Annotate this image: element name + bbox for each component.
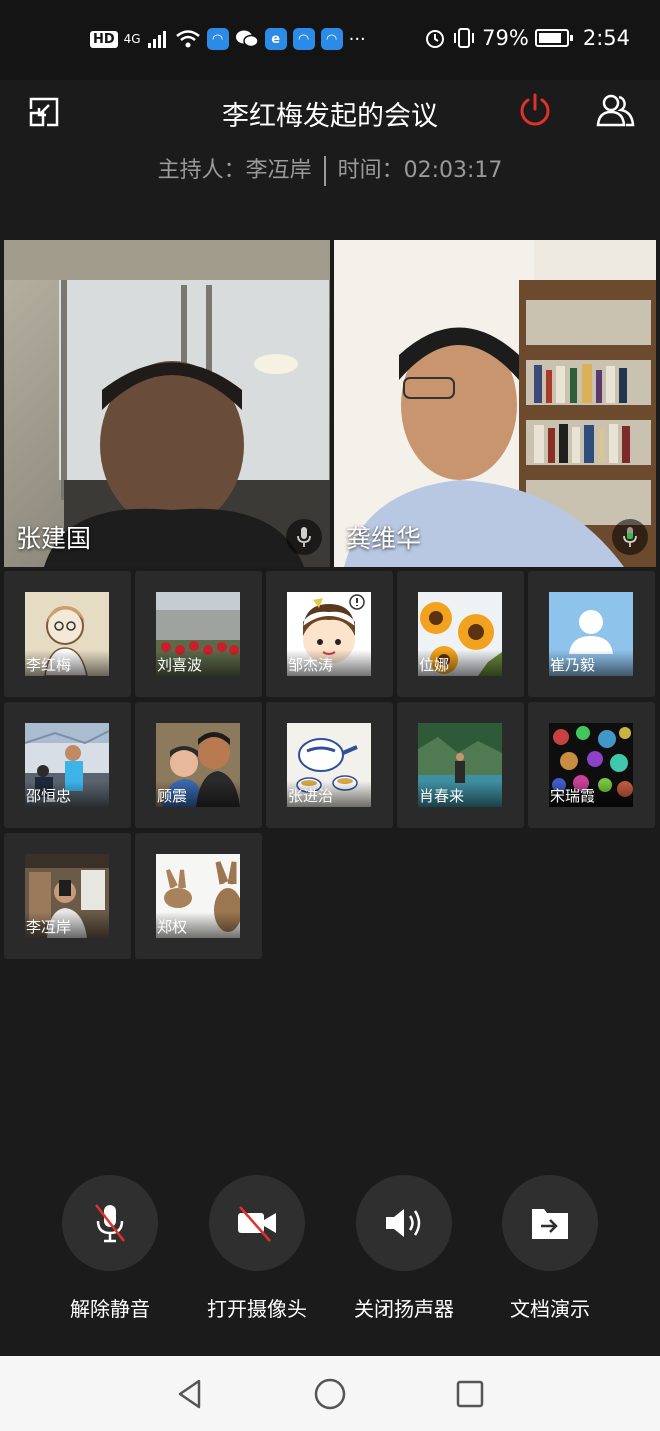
participant-tile[interactable]: 位娜 (397, 571, 524, 697)
speaker-icon (386, 1209, 421, 1237)
home-circle-icon (314, 1378, 346, 1410)
share-doc-button[interactable] (502, 1175, 598, 1271)
unmute-button[interactable] (62, 1175, 158, 1271)
participant-avatar: 崔乃毅 (549, 592, 633, 676)
video-feed-image (334, 240, 656, 567)
video-mic-status (286, 519, 322, 555)
back-button[interactable] (170, 1376, 210, 1412)
mic-active-icon (623, 527, 637, 547)
participant-tile[interactable]: 刘喜波 (135, 571, 262, 697)
participant-name: 崔乃毅 (549, 650, 633, 676)
alarm-icon (426, 30, 445, 48)
meeting-info: 主持人：李冱岸 时间：02:03:17 (0, 152, 660, 186)
participant-name: 李红梅 (25, 650, 109, 676)
leave-meeting-button[interactable] (513, 88, 557, 132)
recents-button[interactable] (450, 1376, 490, 1412)
system-nav-bar (0, 1356, 660, 1431)
wifi-icon (175, 30, 200, 48)
participant-avatar: 刘喜波 (156, 592, 240, 676)
meeting-header: 李红梅发起的会议 (0, 80, 660, 150)
participant-avatar: 位娜 (418, 592, 502, 676)
status-left: HD 4G ◠ e ◠ ◠ ··· (90, 28, 366, 50)
participant-avatar: 张进治 (287, 723, 371, 807)
participant-avatar: 顾震 (156, 723, 240, 807)
wechat-icon (235, 30, 259, 48)
status-right: 79% 2:54 (424, 26, 630, 50)
vibrate-icon (454, 28, 475, 48)
hd-badge: HD (90, 30, 118, 48)
participant-avatar: 邹杰涛 (287, 592, 371, 676)
participant-tile[interactable]: 肖春来 (397, 702, 524, 828)
video-mic-status (612, 519, 648, 555)
speaker-control[interactable]: 关闭扬声器 (334, 1175, 474, 1322)
network-label: 4G (123, 32, 141, 46)
status-bar: HD 4G ◠ e ◠ ◠ ··· 79% 2:54 (0, 0, 660, 80)
recents-square-icon (456, 1380, 484, 1408)
info-divider (323, 156, 326, 186)
power-icon (520, 93, 550, 126)
participant-name: 郑权 (156, 912, 240, 938)
participant-avatar: 李冱岸 (25, 854, 109, 938)
unmute-control[interactable]: 解除静音 (40, 1175, 180, 1322)
more-notifications: ··· (348, 28, 366, 50)
back-triangle-icon (178, 1379, 201, 1409)
participants-icon (596, 94, 635, 127)
signal-icon (147, 31, 166, 48)
participant-name: 肖春来 (418, 781, 502, 807)
video-tile[interactable]: 龚维华 (334, 240, 656, 567)
video-name: 龚维华 (346, 524, 422, 553)
battery-icon (534, 29, 573, 47)
participant-avatar: 郑权 (156, 854, 240, 938)
participant-tile[interactable]: 邹杰涛 (266, 571, 393, 697)
participant-tile[interactable]: 张进治 (266, 702, 393, 828)
clock: 2:54 (582, 26, 630, 50)
app-notification-icon-2: ◠ (292, 28, 315, 50)
participant-tile[interactable]: 郑权 (135, 833, 262, 959)
mic-muted-icon (95, 1204, 125, 1243)
participants-button[interactable] (594, 88, 638, 132)
camera-control[interactable]: 打开摄像头 (187, 1175, 327, 1322)
participant-tile[interactable]: 李冱岸 (4, 833, 131, 959)
participant-name: 邹杰涛 (287, 650, 371, 676)
participant-tile[interactable]: 顾震 (135, 702, 262, 828)
camera-label: 打开摄像头 (207, 1297, 307, 1321)
app-notification-icon-3: ◠ (320, 28, 343, 50)
participant-name: 刘喜波 (156, 650, 240, 676)
share-doc-icon (532, 1209, 568, 1239)
participant-name: 李冱岸 (25, 912, 109, 938)
participant-tile[interactable]: 邵恒忠 (4, 702, 131, 828)
speaker-button[interactable] (356, 1175, 452, 1271)
camera-button[interactable] (209, 1175, 305, 1271)
browser-notification-icon: e (264, 28, 287, 50)
app-notification-icon: ◠ (206, 28, 229, 50)
share-doc-label: 文档演示 (510, 1297, 590, 1321)
participant-avatar: 肖春来 (418, 723, 502, 807)
home-button[interactable] (310, 1376, 350, 1412)
participant-avatar: 宋瑞霞 (549, 723, 633, 807)
video-feed-image (4, 240, 330, 567)
participant-name: 顾震 (156, 781, 240, 807)
share-doc-control[interactable]: 文档演示 (480, 1175, 620, 1322)
participant-tile[interactable]: 宋瑞霞 (528, 702, 655, 828)
participant-name: 位娜 (418, 650, 502, 676)
host-label: 主持人：李冱岸 (157, 158, 312, 183)
video-tile[interactable]: 张建国 (4, 240, 330, 567)
participant-tile[interactable]: 崔乃毅 (528, 571, 655, 697)
participant-name: 张进治 (287, 781, 371, 807)
participant-name: 宋瑞霞 (549, 781, 633, 807)
participant-avatar: 邵恒忠 (25, 723, 109, 807)
camera-off-icon (238, 1206, 276, 1242)
participant-tile[interactable]: 李红梅 (4, 571, 131, 697)
unmute-label: 解除静音 (70, 1297, 150, 1321)
participant-name: 邵恒忠 (25, 781, 109, 807)
video-name: 张建国 (16, 524, 92, 553)
meeting-duration: 时间：02:03:17 (337, 158, 503, 183)
battery-percent: 79% (482, 26, 529, 50)
mic-icon (297, 527, 311, 547)
meeting-title: 李红梅发起的会议 (222, 101, 438, 132)
participant-avatar: 李红梅 (25, 592, 109, 676)
speaker-label: 关闭扬声器 (354, 1297, 454, 1321)
